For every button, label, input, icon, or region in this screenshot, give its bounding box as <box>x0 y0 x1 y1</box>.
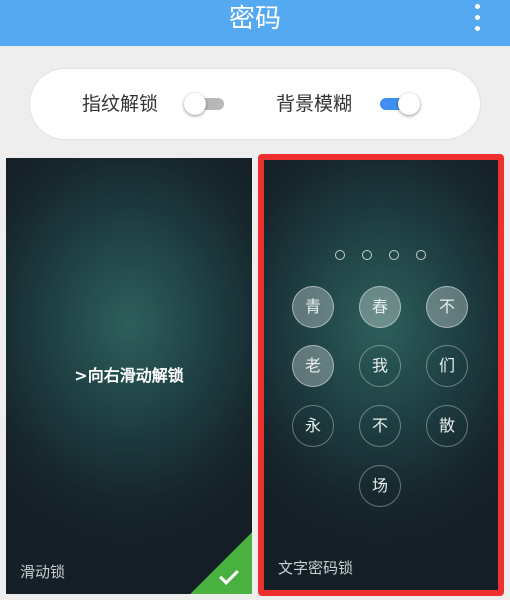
page-title: 密码 <box>228 4 281 34</box>
slide-lock-option[interactable]: >向右滑动解锁 滑动锁 <box>6 158 252 594</box>
char-key[interactable]: 春 <box>359 286 401 328</box>
char-key[interactable]: 不 <box>359 405 401 447</box>
pin-dot <box>335 250 345 260</box>
text-lock-caption: 文字密码锁 <box>278 559 354 577</box>
selected-badge <box>190 532 252 594</box>
background-blur-toggle[interactable] <box>374 93 420 115</box>
char-key[interactable]: 我 <box>359 345 401 387</box>
fingerprint-unlock-toggle[interactable] <box>184 93 230 115</box>
toggle-knob <box>184 93 206 115</box>
char-key[interactable]: 散 <box>426 405 468 447</box>
text-password-lock-option[interactable]: 青 春 不 老 我 们 永 不 散 场 文字密码锁 <box>264 160 498 590</box>
fingerprint-unlock-label: 指纹解锁 <box>82 93 159 115</box>
check-icon <box>219 565 239 585</box>
settings-card: 指纹解锁 背景模糊 <box>30 69 480 139</box>
pin-dot <box>362 250 372 260</box>
pin-dot <box>389 250 399 260</box>
char-key[interactable]: 场 <box>359 465 401 507</box>
more-options-icon[interactable] <box>472 4 482 34</box>
char-key[interactable]: 们 <box>426 345 468 387</box>
char-key[interactable]: 永 <box>292 405 334 447</box>
background-blur-label: 背景模糊 <box>276 93 353 115</box>
toggle-knob <box>398 93 420 115</box>
title-bar: 密码 <box>0 0 510 46</box>
slide-lock-caption: 滑动锁 <box>20 563 66 581</box>
slide-unlock-hint: >向右滑动解锁 <box>74 366 184 385</box>
char-key[interactable]: 老 <box>292 345 334 387</box>
char-key[interactable]: 不 <box>426 286 468 328</box>
pin-dot <box>416 250 426 260</box>
char-key[interactable]: 青 <box>292 286 334 328</box>
